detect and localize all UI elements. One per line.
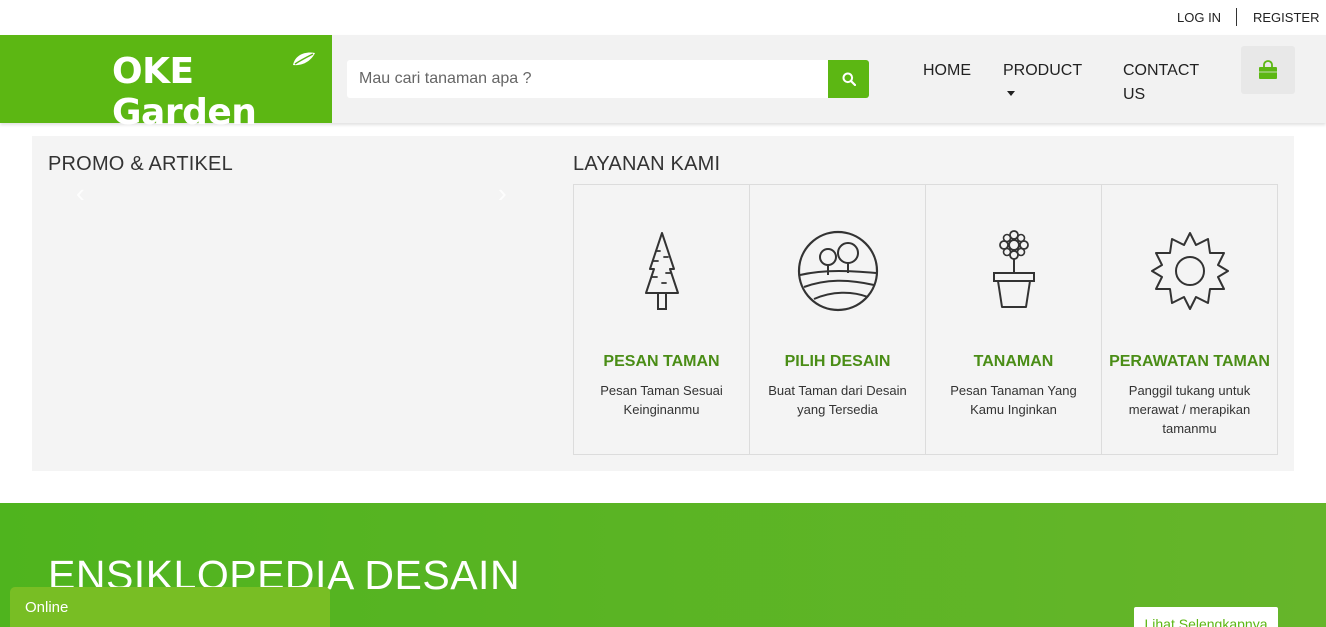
- content-panel: PROMO & ARTIKEL ‹ › LAYANAN KAMI PESAN T…: [32, 136, 1294, 471]
- search-button[interactable]: [828, 60, 869, 98]
- search-input[interactable]: [347, 60, 828, 98]
- cart-button[interactable]: [1241, 46, 1295, 94]
- services-title: LAYANAN KAMI: [573, 153, 721, 175]
- service-card-tanaman[interactable]: TANAMAN Pesan Tanaman Yang Kamu Inginkan: [925, 184, 1102, 455]
- service-title: PESAN TAMAN: [603, 353, 720, 370]
- landscape-icon: [797, 230, 878, 312]
- service-desc: Pesan Tanaman Yang Kamu Inginkan: [950, 383, 1077, 417]
- service-card-perawatan-taman[interactable]: PERAWATAN TAMAN Panggil tukang untuk mer…: [1101, 184, 1278, 455]
- services-grid: PESAN TAMAN Pesan Taman Sesuai Keinginan…: [573, 184, 1278, 455]
- service-title: PERAWATAN TAMAN: [1109, 353, 1270, 370]
- tree-icon: [644, 232, 679, 310]
- see-more-button[interactable]: Lihat Selengkapnya: [1134, 607, 1278, 627]
- leaf-icon: [293, 52, 315, 66]
- login-link[interactable]: LOG IN: [1177, 10, 1221, 25]
- main-navbar: OKE Garden HOME PRODUCT CONTACT US: [0, 35, 1326, 133]
- nav-product[interactable]: PRODUCT: [1003, 59, 1082, 96]
- topbar-divider: [1236, 8, 1237, 26]
- promo-title: PROMO & ARTIKEL: [48, 153, 233, 175]
- search-icon: [842, 72, 856, 86]
- online-chat-tab[interactable]: Online: [10, 587, 330, 627]
- shopping-bag-icon: [1259, 60, 1277, 79]
- top-bar: LOG IN REGISTER: [0, 0, 1326, 35]
- nav-home[interactable]: HOME: [923, 59, 971, 83]
- service-card-pilih-desain[interactable]: PILIH DESAIN Buat Taman dari Desain yang…: [749, 184, 926, 455]
- carousel-prev-icon[interactable]: ‹: [76, 178, 85, 209]
- service-card-pesan-taman[interactable]: PESAN TAMAN Pesan Taman Sesuai Keinginan…: [573, 184, 750, 455]
- service-title: TANAMAN: [973, 353, 1054, 370]
- nav-contact-line2: US: [1123, 86, 1146, 103]
- gear-icon: [1150, 232, 1229, 310]
- caret-down-icon: [1007, 91, 1015, 96]
- register-link[interactable]: REGISTER: [1253, 10, 1319, 25]
- nav-contact[interactable]: CONTACT US: [1123, 59, 1199, 107]
- logo[interactable]: OKE Garden: [0, 35, 332, 133]
- service-desc: Buat Taman dari Desain yang Tersedia: [768, 383, 907, 417]
- nav-product-label: PRODUCT: [1003, 62, 1083, 79]
- flower-pot-icon: [992, 230, 1035, 308]
- service-title: PILIH DESAIN: [784, 353, 891, 370]
- nav-contact-line1: CONTACT: [1123, 62, 1200, 79]
- service-desc: Panggil tukang untuk merawat / merapikan…: [1128, 383, 1251, 436]
- service-desc: Pesan Taman Sesuai Keinginanmu: [600, 383, 723, 417]
- carousel-next-icon[interactable]: ›: [498, 178, 507, 209]
